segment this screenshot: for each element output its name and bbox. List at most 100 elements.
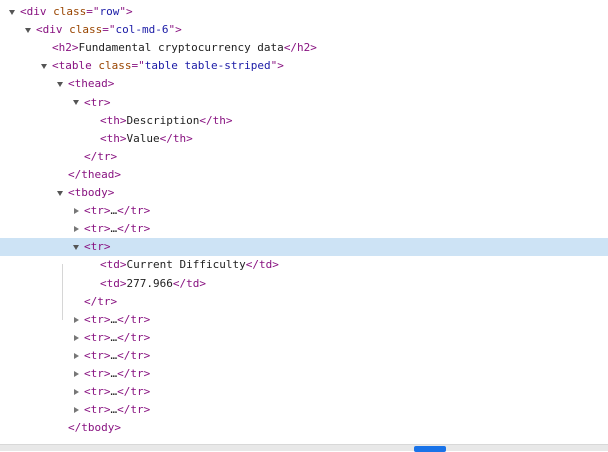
- tag-token: </tbody>: [68, 421, 121, 435]
- expand-triangle-icon[interactable]: [70, 94, 82, 112]
- node-markup: <th>Description</th>: [100, 112, 232, 130]
- horizontal-scrollbar[interactable]: [0, 444, 608, 452]
- tag-token: <div: [20, 5, 54, 18]
- node-markup: <tr>…</tr>: [84, 202, 150, 220]
- tag-token: </tr>: [117, 403, 151, 417]
- collapse-triangle-icon[interactable]: [70, 401, 82, 419]
- collapse-triangle-icon[interactable]: [70, 383, 82, 401]
- tag-token: </tr>: [84, 149, 118, 163]
- text-content: Current Difficulty: [126, 258, 246, 272]
- dom-node-tbody-tr-7[interactable]: <tr>…</tr>: [0, 365, 608, 383]
- dom-node-td-value[interactable]: <td>277.966</td>: [0, 275, 608, 293]
- dom-node-tbody-tr-8[interactable]: <tr>…</tr>: [0, 383, 608, 401]
- scrollbar-thumb[interactable]: [414, 446, 446, 452]
- tag-token: <tr>: [84, 385, 111, 399]
- text-content: Fundamental cryptocurrency data: [78, 41, 284, 55]
- dom-node-tbody-tr-5[interactable]: <tr>…</tr>: [0, 329, 608, 347]
- node-markup: <tr>: [84, 94, 111, 112]
- dom-node-tbody-tr-4[interactable]: <tr>…</tr>: [0, 311, 608, 329]
- node-markup: <tr>…</tr>: [84, 347, 150, 365]
- dom-node-th-description[interactable]: <th>Description</th>: [0, 112, 608, 130]
- tag-token: </tr>: [117, 348, 151, 362]
- node-markup: <thead>: [68, 75, 114, 93]
- collapse-triangle-icon[interactable]: [70, 220, 82, 238]
- dom-node-thead-close[interactable]: </thead>: [0, 166, 608, 184]
- dom-node-thead-tr[interactable]: <tr>: [0, 94, 608, 112]
- expand-triangle-icon[interactable]: [22, 21, 34, 39]
- collapse-triangle-icon[interactable]: [70, 365, 82, 383]
- dom-node-tbody[interactable]: <tbody>: [0, 184, 608, 202]
- node-markup: <table class="table table-striped">: [52, 57, 284, 75]
- tag-token: </th>: [199, 113, 233, 127]
- tag-token: <th>: [100, 131, 127, 145]
- tag-token: <tbody>: [68, 186, 115, 199]
- expand-triangle-icon[interactable]: [70, 238, 82, 256]
- node-markup: <div class="col-md-6">: [36, 21, 182, 39]
- dom-node-tbody-tr-selected-close[interactable]: </tr>: [0, 293, 608, 311]
- expand-triangle-icon[interactable]: [54, 184, 66, 202]
- tag-token: <tr>: [84, 348, 111, 362]
- attribute-name: class: [69, 23, 103, 37]
- collapse-triangle-icon[interactable]: [70, 311, 82, 329]
- selected-node-indent-guide: [62, 264, 63, 320]
- tag-token: </h2>: [283, 41, 317, 55]
- tag-token: <td>: [100, 258, 127, 272]
- node-markup: <td>Current Difficulty</td>: [100, 256, 279, 274]
- tag-token: <h2>: [52, 41, 79, 55]
- tag-token: </tr>: [117, 330, 151, 344]
- attribute-value: col-md-6: [115, 23, 169, 37]
- dom-node-td-current-difficulty[interactable]: <td>Current Difficulty</td>: [0, 256, 608, 274]
- attribute-value: table table-striped: [144, 59, 271, 73]
- tag-token: ">: [270, 59, 284, 73]
- tag-token: <tr>: [84, 95, 111, 109]
- dom-node-tbody-tr-6[interactable]: <tr>…</tr>: [0, 347, 608, 365]
- tag-token: <tr>: [84, 240, 111, 254]
- tag-token: <tr>: [84, 367, 111, 380]
- dom-node-thead-tr-close[interactable]: </tr>: [0, 148, 608, 166]
- tag-token: </th>: [159, 131, 193, 145]
- tag-token: =": [102, 23, 116, 37]
- dom-node-div-col-md-6[interactable]: <div class="col-md-6">: [0, 21, 608, 39]
- tag-token: =": [86, 5, 100, 18]
- dom-node-tbody-tr-2[interactable]: <tr>…</tr>: [0, 220, 608, 238]
- node-markup: <h2>Fundamental cryptocurrency data</h2>: [52, 39, 317, 57]
- tag-token: =": [131, 59, 145, 73]
- node-markup: <tr>…</tr>: [84, 220, 150, 238]
- dom-node-div-row[interactable]: <div class="row">: [0, 3, 608, 21]
- dom-node-tbody-tr-1[interactable]: <tr>…</tr>: [0, 202, 608, 220]
- text-content: 277.966: [126, 276, 173, 290]
- tag-token: <td>: [100, 276, 127, 290]
- tag-token: <table: [52, 59, 99, 73]
- collapse-triangle-icon[interactable]: [70, 347, 82, 365]
- dom-node-th-value[interactable]: <th>Value</th>: [0, 130, 608, 148]
- tag-token: <tr>: [84, 403, 111, 417]
- dom-node-thead[interactable]: <thead>: [0, 75, 608, 93]
- attribute-name: class: [98, 59, 132, 73]
- tag-token: </td>: [245, 258, 279, 272]
- dom-node-tbody-close[interactable]: </tbody>: [0, 419, 608, 437]
- node-markup: <tr>…</tr>: [84, 401, 150, 419]
- tag-token: <tr>: [84, 330, 111, 344]
- node-markup: <tr>…</tr>: [84, 329, 150, 347]
- tag-token: </tr>: [117, 204, 151, 218]
- tag-token: </tr>: [84, 294, 118, 308]
- dom-node-tbody-tr-selected[interactable]: <tr>: [0, 238, 608, 257]
- expand-triangle-icon[interactable]: [6, 3, 18, 21]
- tag-token: <th>: [100, 113, 127, 127]
- node-markup: <tr>: [84, 238, 111, 256]
- node-markup: </tr>: [84, 148, 117, 166]
- dom-node-h2[interactable]: <h2>Fundamental cryptocurrency data</h2>: [0, 39, 608, 57]
- attribute-value: row: [99, 5, 120, 18]
- node-markup: <tr>…</tr>: [84, 365, 150, 383]
- tag-token: </thead>: [68, 167, 121, 181]
- tag-token: ">: [119, 5, 133, 18]
- dom-node-tbody-tr-9[interactable]: <tr>…</tr>: [0, 401, 608, 419]
- tag-token: <div: [36, 23, 70, 37]
- expand-triangle-icon[interactable]: [54, 75, 66, 93]
- tag-token: <tr>: [84, 222, 111, 236]
- collapse-triangle-icon[interactable]: [70, 329, 82, 347]
- collapse-triangle-icon[interactable]: [70, 202, 82, 220]
- node-markup: <td>277.966</td>: [100, 275, 206, 293]
- expand-triangle-icon[interactable]: [38, 57, 50, 75]
- dom-node-table[interactable]: <table class="table table-striped">: [0, 57, 608, 75]
